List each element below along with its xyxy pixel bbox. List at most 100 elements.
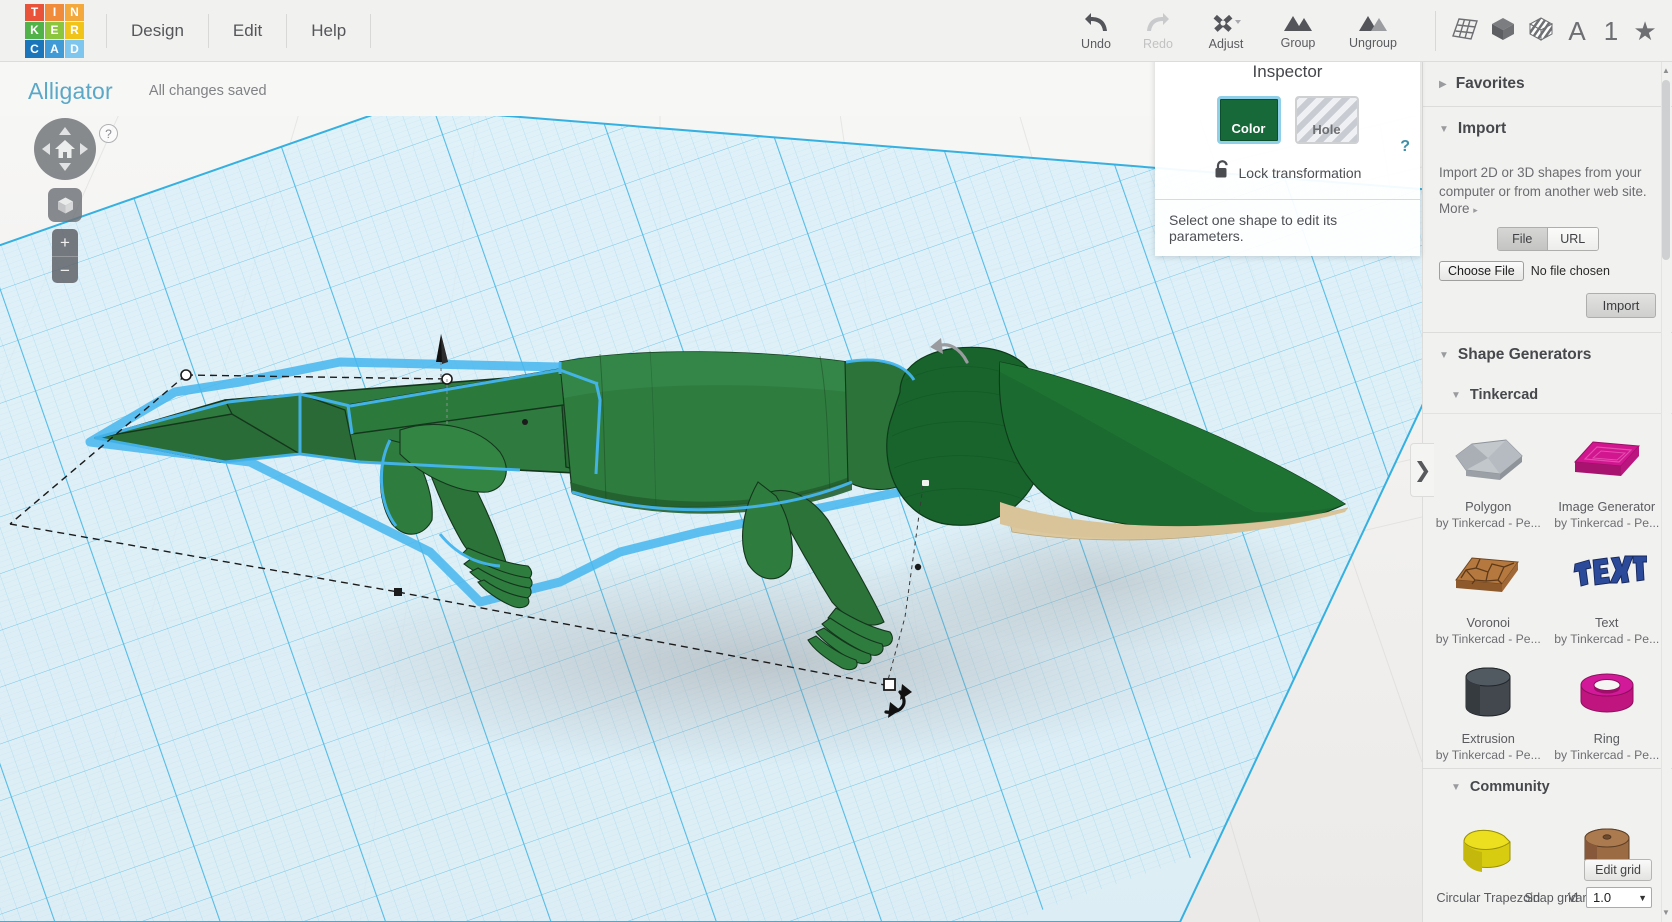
shape-generators-title: Shape Generators bbox=[1457, 346, 1592, 364]
fit-view-cube-icon[interactable] bbox=[48, 188, 82, 222]
inspector-title: Inspector bbox=[1252, 62, 1323, 81]
community-group-title: Community bbox=[1469, 779, 1550, 796]
shape-author: by Tinkercad - Pe... bbox=[1435, 748, 1541, 763]
scroll-down-arrow-icon[interactable]: ▼ bbox=[1661, 908, 1671, 917]
inspector-note: Select one shape to edit its parameters. bbox=[1155, 199, 1420, 256]
shape-name: Text bbox=[1595, 615, 1619, 631]
inspector-help-icon[interactable]: ? bbox=[1400, 138, 1410, 156]
hole-swatch-label: Hole bbox=[1312, 122, 1341, 137]
view-toolbar: A 1 ★ bbox=[1425, 0, 1662, 62]
view-navigation-widget[interactable]: + − bbox=[34, 118, 96, 283]
import-source-file[interactable]: File bbox=[1497, 228, 1547, 251]
shape-item-voronoi[interactable]: Voronoi by Tinkercad - Pe... bbox=[1429, 536, 1548, 652]
undo-button[interactable]: Undo bbox=[1065, 0, 1127, 62]
workplane-icon bbox=[1451, 16, 1479, 47]
shape-name: Image Generator bbox=[1558, 499, 1656, 515]
undo-arrow-icon bbox=[1083, 12, 1109, 34]
favorites-title: Favorites bbox=[1455, 75, 1525, 92]
shape-name: Polygon bbox=[1465, 499, 1512, 515]
tinkercad-group-title: Tinkercad bbox=[1469, 387, 1539, 404]
logo-tile-n-2: N bbox=[65, 3, 84, 21]
group-label: Group bbox=[1280, 35, 1316, 50]
sidebar-scrollbar-thumb[interactable] bbox=[1662, 80, 1670, 260]
import-button[interactable]: Import bbox=[1586, 293, 1656, 319]
shape-author: by Tinkercad - Pe... bbox=[1554, 632, 1660, 647]
chevron-right-icon[interactable]: ❯ bbox=[1410, 443, 1434, 497]
menu-item-edit[interactable]: Edit bbox=[209, 13, 288, 48]
arrow-left-icon[interactable] bbox=[42, 143, 50, 155]
choose-file-button[interactable]: Choose File bbox=[1439, 261, 1524, 282]
menu-item-design[interactable]: Design bbox=[106, 13, 209, 48]
edit-grid-button[interactable]: Edit grid bbox=[1584, 859, 1652, 881]
lock-transformation-row[interactable]: Lock transformation bbox=[1155, 160, 1420, 185]
main-menu: Design Edit Help bbox=[106, 0, 372, 62]
sidebar-section-favorites[interactable]: ▶ Favorites bbox=[1423, 62, 1672, 107]
menu-item-help[interactable]: Help bbox=[287, 13, 372, 48]
logo-tile-k-3: K bbox=[25, 21, 44, 40]
ring-shape-icon bbox=[1565, 662, 1649, 726]
chevron-down-icon: ▼ bbox=[1451, 781, 1461, 793]
adjust-tools-icon bbox=[1209, 12, 1243, 34]
inspector-swatches: Color Hole ? bbox=[1155, 96, 1420, 155]
extrusion-shape-icon bbox=[1446, 662, 1530, 726]
zoom-buttons[interactable]: + − bbox=[52, 229, 78, 283]
favorites-star-icon[interactable]: ★ bbox=[1628, 11, 1662, 51]
chevron-down-icon: ▼ bbox=[1439, 123, 1449, 135]
color-swatch-button[interactable]: Color bbox=[1216, 96, 1281, 144]
orbit-disc[interactable] bbox=[34, 118, 96, 180]
redo-button[interactable]: Redo bbox=[1127, 0, 1189, 62]
ruler-one-icon[interactable]: 1 bbox=[1594, 11, 1628, 51]
logo-tile-i-1: I bbox=[45, 3, 64, 21]
zoom-in-button[interactable]: + bbox=[52, 229, 78, 256]
group-button[interactable]: Group bbox=[1263, 0, 1333, 62]
import-source-toggle[interactable]: File URL bbox=[1496, 227, 1599, 252]
ungroup-button[interactable]: Ungroup bbox=[1333, 0, 1413, 62]
shape-item-ring[interactable]: Ring by Tinkercad - Pe... bbox=[1548, 652, 1667, 768]
shape-item-text[interactable]: Text by Tinkercad - Pe... bbox=[1548, 536, 1667, 652]
logo-tile-c-6: C bbox=[25, 40, 44, 58]
shape-item-extrusion[interactable]: Extrusion by Tinkercad - Pe... bbox=[1429, 652, 1548, 768]
image-generator-shape-icon bbox=[1565, 430, 1649, 494]
more-label: More bbox=[1439, 201, 1470, 217]
striped-cube-icon bbox=[1528, 16, 1554, 47]
scroll-up-arrow-icon[interactable]: ▲ bbox=[1661, 66, 1671, 75]
arrow-up-icon[interactable] bbox=[59, 127, 71, 135]
import-source-url[interactable]: URL bbox=[1547, 228, 1598, 251]
no-file-chosen-text: No file chosen bbox=[1530, 264, 1610, 279]
zoom-out-button[interactable]: − bbox=[52, 256, 78, 283]
tinkercad-logo[interactable]: TIN KER CAD bbox=[25, 3, 84, 58]
snap-grid-select[interactable]: 1.0 ▼ bbox=[1586, 887, 1652, 908]
logo-tile-e-4: E bbox=[45, 21, 64, 40]
logo-tile-d-8: D bbox=[65, 40, 84, 58]
chevron-down-icon: ▼ bbox=[1439, 349, 1449, 361]
shape-group-tinkercad[interactable]: ▼ Tinkercad bbox=[1423, 377, 1672, 415]
tinkercad-app: TINKERCAD Design Edit Help Undo Redo Adj… bbox=[0, 0, 1672, 922]
group-mountains-icon bbox=[1281, 13, 1315, 33]
chevron-right-small-icon: ▸ bbox=[1473, 205, 1478, 216]
arrow-down-icon[interactable] bbox=[59, 163, 71, 171]
shape-name: Ring bbox=[1593, 731, 1620, 747]
shape-item-polygon[interactable]: Polygon by Tinkercad - Pe... bbox=[1429, 420, 1548, 536]
project-title[interactable]: Alligator bbox=[28, 78, 113, 105]
shape-item-image-generator[interactable]: Image Generator by Tinkercad - Pe... bbox=[1548, 420, 1667, 536]
text-a-icon[interactable]: A bbox=[1560, 11, 1594, 51]
sidebar-section-import[interactable]: ▼ Import bbox=[1423, 107, 1672, 151]
logo-tile-a-7: A bbox=[45, 40, 64, 58]
striped-cube-icon-button[interactable] bbox=[1522, 11, 1560, 51]
grid-controls: Edit grid Snap grid 1.0 ▼ bbox=[1524, 859, 1652, 908]
sidebar-section-shape-generators[interactable]: ▼ Shape Generators bbox=[1423, 333, 1672, 377]
app-header: TINKERCAD Design Edit Help Undo Redo Adj… bbox=[0, 0, 1672, 62]
hole-swatch-button[interactable]: Hole bbox=[1294, 96, 1359, 144]
solid-cube-icon-button[interactable] bbox=[1484, 11, 1522, 51]
arrow-right-icon[interactable] bbox=[80, 143, 88, 155]
import-more-link[interactable]: More ▸ bbox=[1439, 201, 1656, 216]
adjust-button[interactable]: Adjust bbox=[1189, 0, 1263, 62]
canvas-help-button[interactable]: ? bbox=[99, 124, 118, 143]
workplane-icon-button[interactable] bbox=[1446, 11, 1484, 51]
chevron-down-icon: ▼ bbox=[1451, 389, 1461, 401]
shape-author: by Tinkercad - Pe... bbox=[1554, 516, 1660, 531]
shape-group-community[interactable]: ▼ Community bbox=[1423, 768, 1672, 805]
undo-label: Undo bbox=[1081, 36, 1111, 51]
solid-cube-icon bbox=[1490, 16, 1516, 47]
home-icon[interactable] bbox=[53, 137, 77, 161]
